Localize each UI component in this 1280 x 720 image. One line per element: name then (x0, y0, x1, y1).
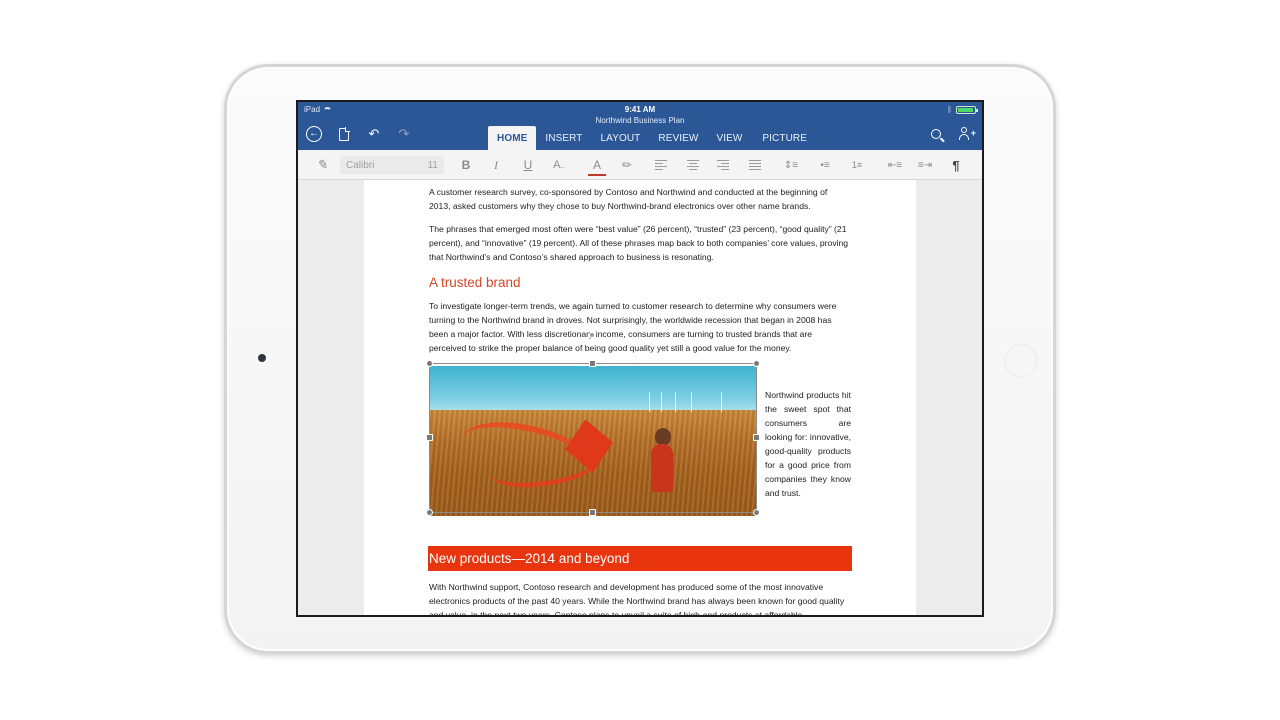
search-button[interactable] (926, 124, 946, 144)
bluetooth-icon: ᛒ (947, 105, 952, 114)
wind-turbine (661, 392, 662, 412)
paragraph-phrases[interactable]: The phrases that emerged most often were… (429, 222, 851, 264)
file-icon (339, 126, 350, 141)
share-button[interactable]: + (956, 124, 976, 144)
bold-button[interactable]: B (458, 157, 474, 173)
undo-button[interactable]: ↶ (364, 124, 384, 144)
font-name-field[interactable]: Calibri 11 (340, 156, 444, 174)
tab-layout[interactable]: LAYOUT (592, 126, 650, 150)
app-screen: iPad 9:41 AM Northwind Business Plan ᛒ ←… (296, 100, 984, 617)
paragraph-survey[interactable]: A customer research survey, co-sponsored… (429, 185, 851, 213)
resize-handle-bottom-left[interactable] (426, 509, 433, 516)
status-time: 9:41 AM (624, 105, 656, 114)
resize-handle-bottom[interactable] (589, 509, 596, 516)
align-right-icon (717, 159, 729, 171)
wind-turbine (649, 392, 650, 412)
undo-icon: ↶ (368, 126, 380, 141)
decrease-indent-button[interactable]: ⇤≡ (886, 157, 904, 173)
child-figure (651, 444, 673, 492)
battery-level (958, 107, 974, 112)
formatting-ribbon: ✎ Calibri 11 B I U A.. A ✏ ⇕≡ •≡ 1≡ ⇤≡ ≡… (298, 150, 982, 180)
back-arrow-icon: ← (306, 126, 322, 142)
font-color-button[interactable]: A (588, 157, 606, 176)
justify-button[interactable] (748, 157, 762, 173)
font-name-value: Calibri (346, 159, 375, 171)
align-left-icon (655, 159, 667, 171)
increase-indent-icon: ≡⇥ (917, 159, 933, 171)
ribbon-tabs: HOME INSERT LAYOUT REVIEW VIEW PICTURE (488, 126, 816, 150)
resize-handle-top-left[interactable] (426, 360, 433, 367)
decrease-indent-icon: ⇤≡ (887, 159, 903, 171)
increase-indent-button[interactable]: ≡⇥ (916, 157, 934, 173)
back-button[interactable]: ← (304, 124, 324, 144)
wind-turbine (721, 392, 722, 412)
underline-button[interactable]: U (520, 157, 536, 173)
wind-turbine (675, 392, 676, 412)
numbered-list-icon: 1≡ (851, 160, 863, 170)
file-button[interactable] (334, 124, 354, 144)
add-person-icon: + (959, 127, 976, 141)
align-center-button[interactable] (686, 157, 700, 173)
font-size-value: 11 (427, 159, 438, 171)
numbering-button[interactable]: 1≡ (848, 157, 866, 173)
resize-handle-left[interactable] (426, 434, 433, 441)
kite-field-photo[interactable] (429, 366, 757, 516)
wind-turbine (691, 392, 692, 412)
font-color-label: A (592, 158, 601, 172)
rotate-handle[interactable] (589, 332, 595, 338)
align-right-button[interactable] (716, 157, 730, 173)
tab-review[interactable]: REVIEW (649, 126, 707, 150)
align-center-icon (687, 159, 699, 171)
line-spacing-icon: ⇕≡ (783, 159, 799, 171)
paragraph-trends[interactable]: To investigate longer-term trends, we ag… (429, 299, 851, 355)
align-left-button[interactable] (654, 157, 668, 173)
styles-pen-icon: ✎ (316, 157, 328, 172)
document-page[interactable]: A customer research survey, co-sponsored… (364, 180, 916, 615)
styles-button[interactable]: ✎ (312, 157, 332, 173)
battery-icon (956, 105, 978, 114)
home-button[interactable] (1004, 344, 1038, 378)
italic-button[interactable]: I (488, 157, 504, 173)
heading-new-products[interactable]: New products—2014 and beyond (428, 546, 852, 571)
paragraph-new-products[interactable]: With Northwind support, Contoso research… (429, 580, 851, 615)
tab-home[interactable]: HOME (488, 126, 537, 150)
font-effects-button[interactable]: A.. (550, 157, 568, 173)
heading-trusted-brand[interactable]: A trusted brand (429, 275, 521, 290)
redo-icon: ↷ (398, 126, 410, 141)
resize-handle-top[interactable] (589, 360, 596, 367)
status-right: ᛒ (947, 105, 978, 114)
bullets-button[interactable]: •≡ (816, 157, 834, 173)
tab-picture[interactable]: PICTURE (753, 126, 816, 150)
font-color-swatch (588, 174, 606, 176)
resize-handle-right[interactable] (753, 434, 760, 441)
redo-button[interactable]: ↷ (394, 124, 414, 144)
paragraph-sweet-spot[interactable]: Northwind products hit the sweet spot th… (765, 388, 851, 500)
tab-insert[interactable]: INSERT (536, 126, 591, 150)
justify-icon (749, 159, 761, 171)
tab-view[interactable]: VIEW (707, 126, 751, 150)
search-icon (931, 129, 941, 139)
font-effects-label: A (553, 159, 561, 171)
front-camera (258, 354, 266, 362)
resize-handle-top-right[interactable] (753, 360, 760, 367)
show-formatting-button[interactable]: ¶ (948, 157, 964, 173)
highlight-button[interactable]: ✏ (618, 157, 636, 173)
title-bar: iPad 9:41 AM Northwind Business Plan ᛒ ←… (298, 102, 982, 150)
photo-sky (429, 366, 757, 414)
resize-handle-bottom-right[interactable] (753, 509, 760, 516)
bulleted-list-icon: •≡ (820, 159, 830, 171)
line-spacing-button[interactable]: ⇕≡ (782, 157, 800, 173)
highlighter-icon: ✏ (621, 158, 633, 172)
